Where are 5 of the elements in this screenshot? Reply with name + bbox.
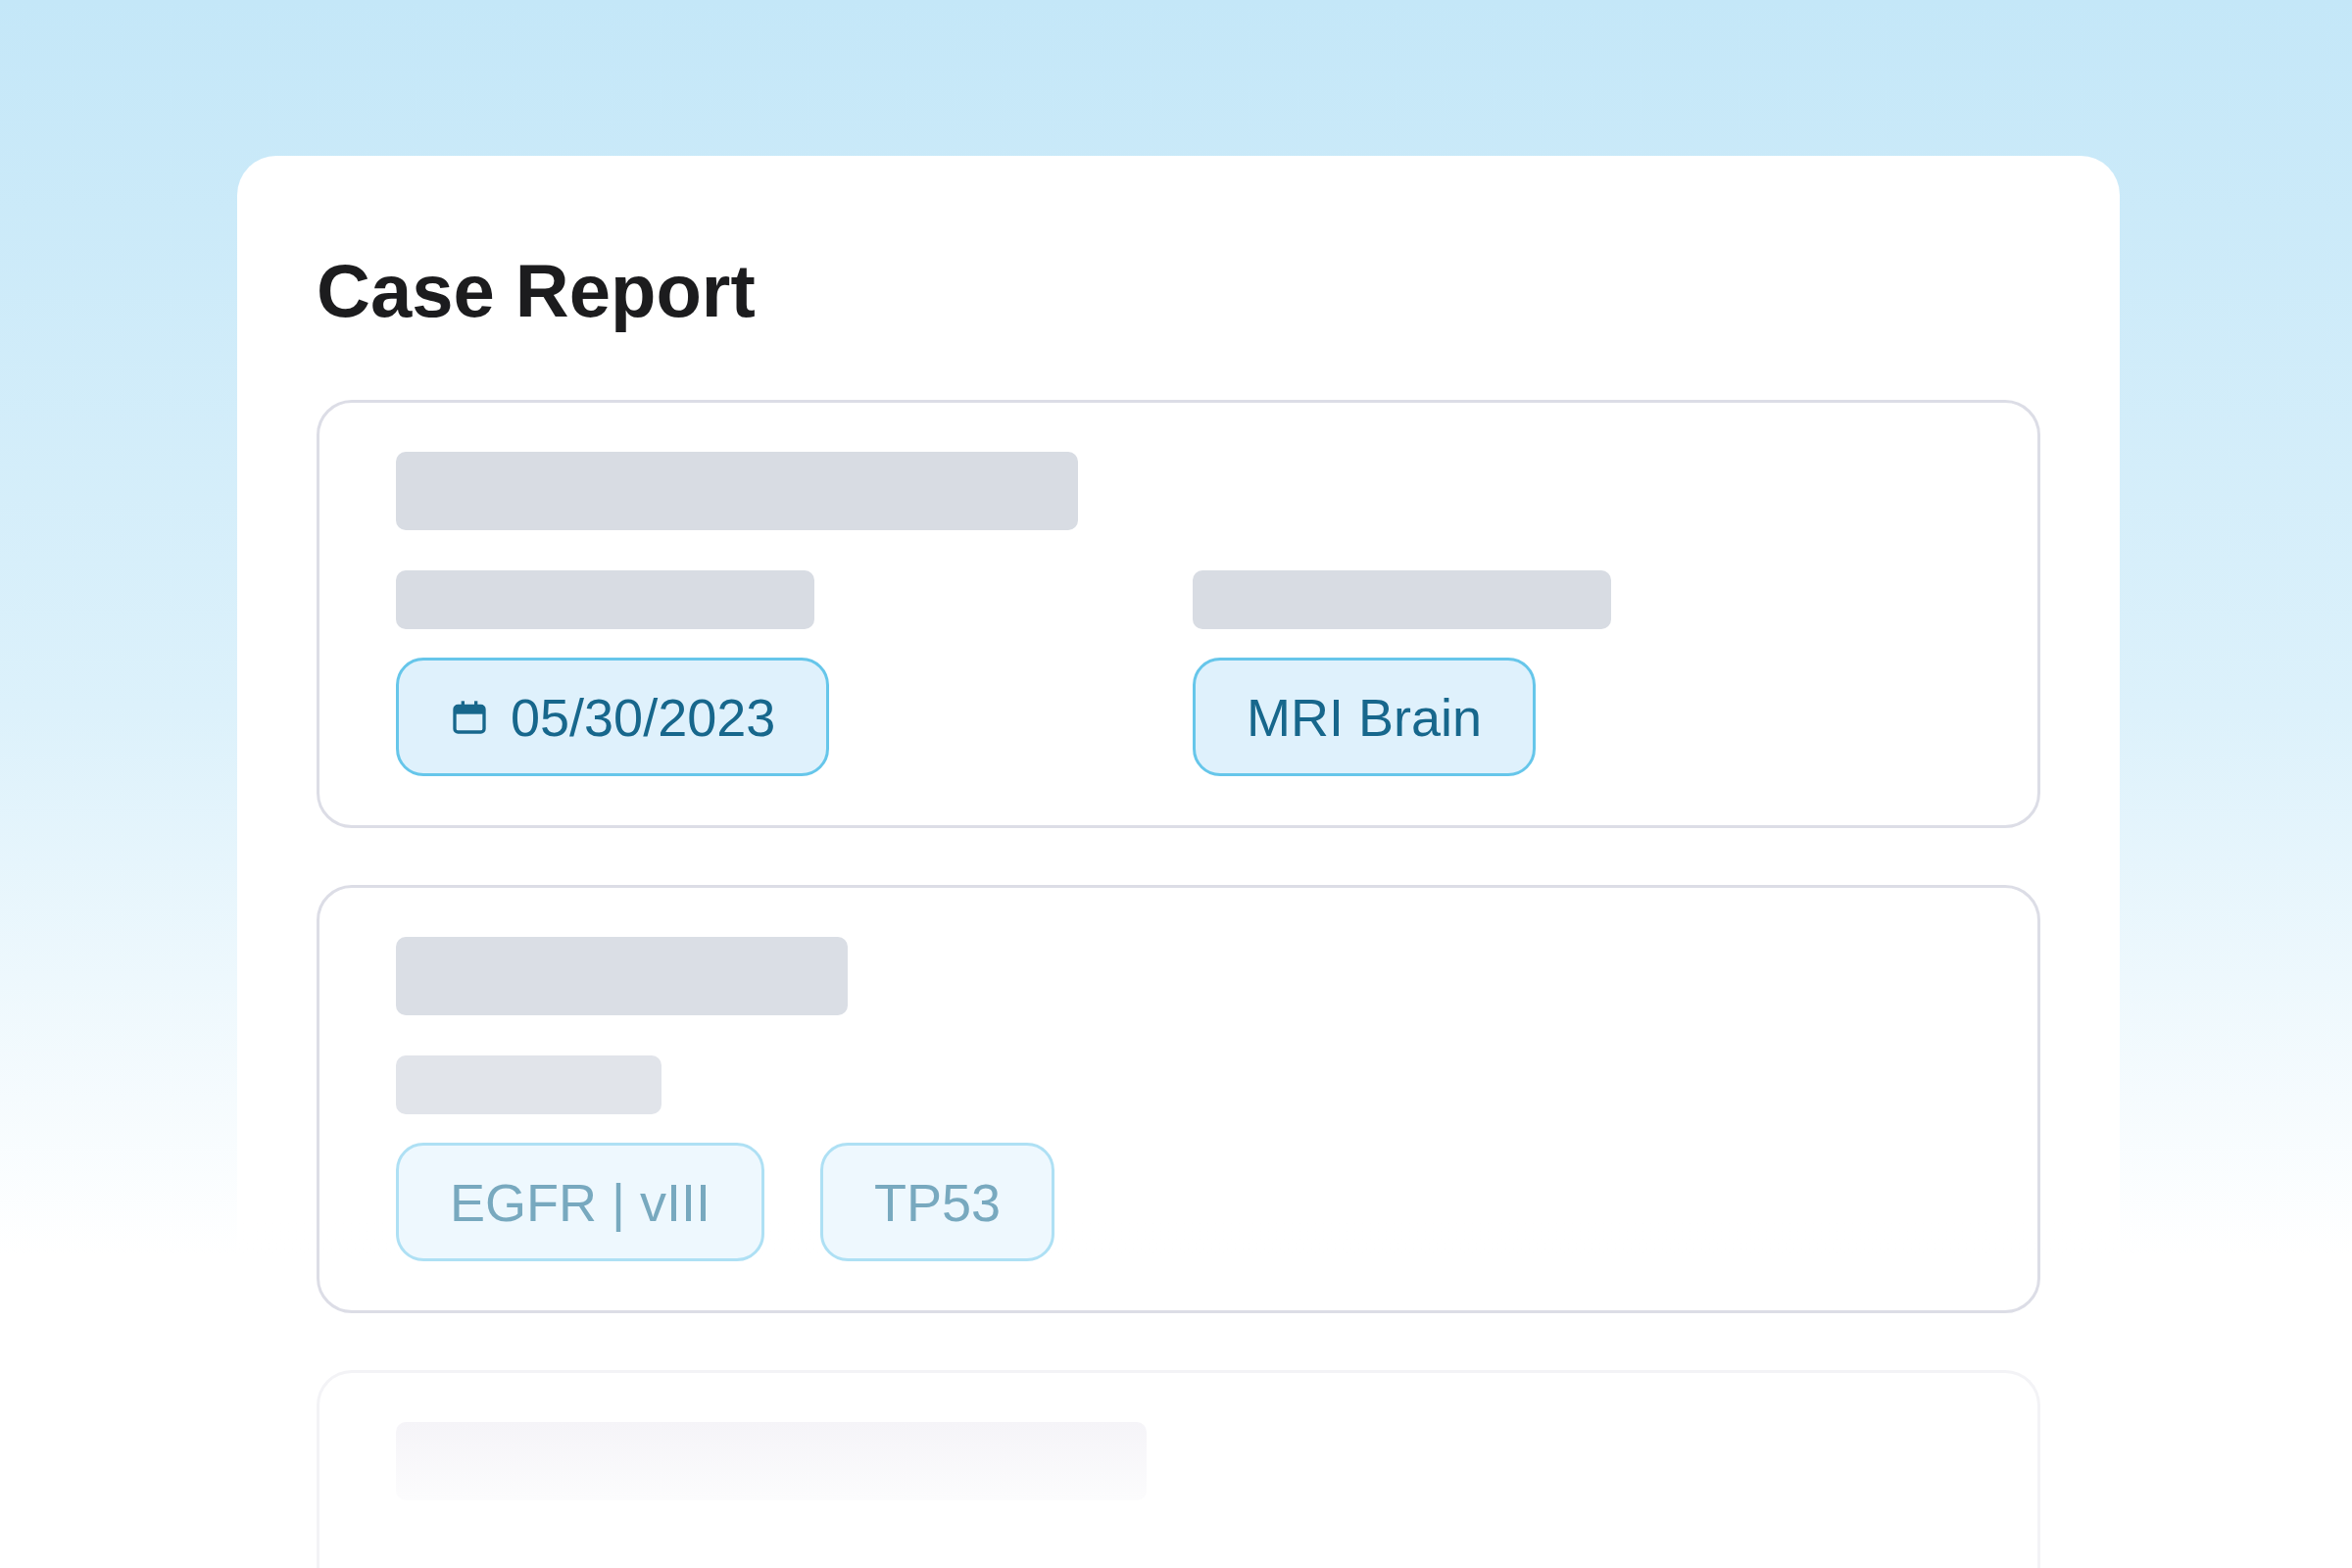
tag-chip: EGFR | vIII (396, 1143, 765, 1261)
tag-chip: MRI Brain (1193, 658, 1537, 776)
date-chip: 05/30/2023 (396, 658, 830, 776)
report-title: Case Report (317, 248, 757, 334)
tag-chip: TP53 (820, 1143, 1055, 1261)
